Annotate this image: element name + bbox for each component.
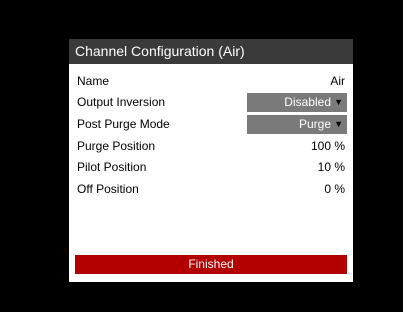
post-purge-mode-value: Purge: [298, 117, 331, 131]
post-purge-mode-row: Post Purge Mode Purge ▼: [77, 114, 347, 134]
purge-position-row: Purge Position 100 %: [77, 136, 347, 156]
dialog-title: Channel Configuration (Air): [69, 39, 353, 64]
post-purge-mode-label: Post Purge Mode: [77, 117, 170, 131]
output-inversion-row: Output Inversion Disabled ▼: [77, 92, 347, 112]
post-purge-mode-dropdown[interactable]: Purge ▼: [247, 115, 347, 134]
channel-configuration-dialog: Channel Configuration (Air) Name Air Out…: [69, 39, 353, 282]
pilot-position-value[interactable]: 10 %: [318, 157, 345, 177]
chevron-down-icon: ▼: [334, 119, 343, 129]
output-inversion-dropdown[interactable]: Disabled ▼: [247, 93, 347, 112]
name-value[interactable]: Air: [330, 71, 345, 91]
output-inversion-label: Output Inversion: [77, 95, 166, 109]
pilot-position-row: Pilot Position 10 %: [77, 157, 347, 177]
off-position-label: Off Position: [77, 182, 139, 196]
name-row: Name Air: [77, 71, 347, 91]
chevron-down-icon: ▼: [334, 97, 343, 107]
off-position-value[interactable]: 0 %: [324, 179, 345, 199]
off-position-row: Off Position 0 %: [77, 179, 347, 199]
finished-button[interactable]: Finished: [75, 255, 347, 274]
pilot-position-label: Pilot Position: [77, 160, 147, 174]
output-inversion-value: Disabled: [284, 95, 331, 109]
purge-position-label: Purge Position: [77, 139, 156, 153]
name-label: Name: [77, 74, 110, 88]
purge-position-value[interactable]: 100 %: [311, 136, 345, 156]
